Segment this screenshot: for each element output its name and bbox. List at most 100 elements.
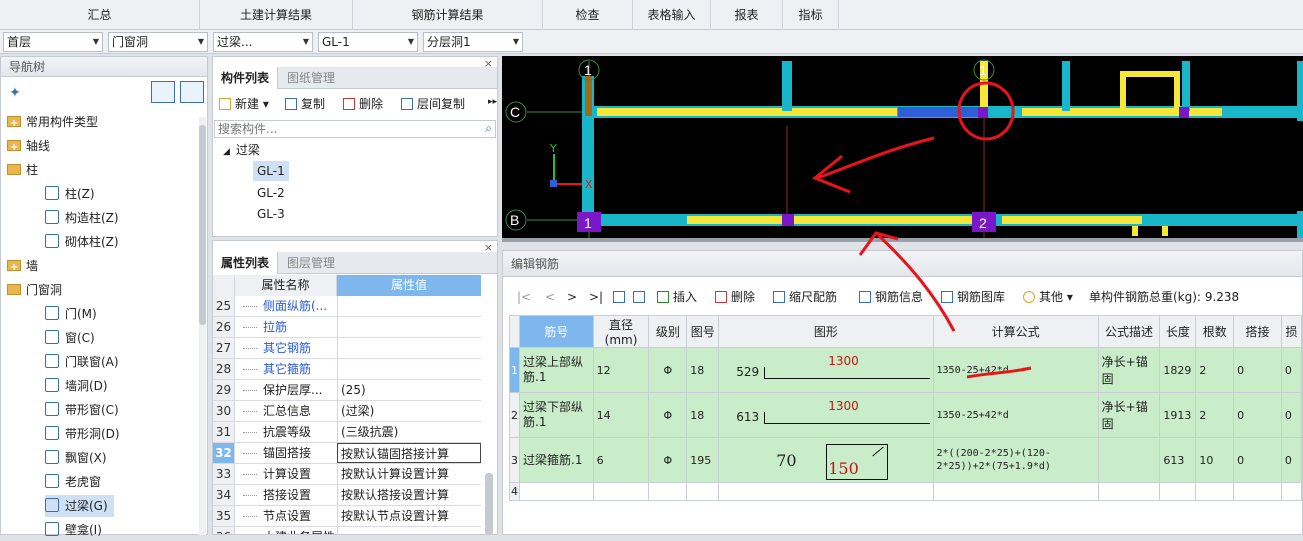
cell-shape[interactable]: 613 1300 (718, 392, 934, 438)
nav-folder[interactable]: + 常用构件类型 (7, 111, 98, 133)
property-row[interactable]: 34 搭接设置 按默认搭接设置计算 (213, 485, 481, 506)
tab-layer-manage[interactable]: 图层管理 (279, 252, 343, 274)
property-row[interactable]: 26 拉筋 (213, 317, 481, 338)
row-index[interactable]: 4 (509, 482, 520, 501)
nav-item[interactable]: 门(M) (45, 303, 97, 325)
rebar-row[interactable]: 2 过梁下部纵筋.1 14 Φ 18 613 1300 1350-25+42*d 净长+锚固 19… (509, 392, 1302, 438)
cell-count[interactable]: 2 (1195, 392, 1235, 438)
cell-lap[interactable]: 0 (1233, 392, 1282, 438)
nav-item[interactable]: 老虎窗 (45, 471, 101, 493)
rebar-row[interactable]: 4 (509, 482, 1302, 501)
nav-scrollbar[interactable] (199, 117, 206, 535)
property-row[interactable]: 29 保护层厚... (25) (213, 380, 481, 401)
cell-loss[interactable]: 0 (1280, 347, 1302, 393)
property-value[interactable]: 按默认搭接设置计算 (337, 485, 481, 505)
more-icon[interactable]: ▸▸ (488, 97, 497, 107)
tab-civil-results[interactable]: 土建计算结果 (200, 0, 353, 30)
nav-item[interactable]: 构造柱(Z) (45, 207, 119, 229)
row-index[interactable]: 1 (509, 347, 520, 393)
nav-item[interactable]: 过梁(G) (45, 495, 114, 517)
cell-lap[interactable]: 0 (1233, 347, 1282, 393)
cell-length[interactable] (1159, 482, 1197, 501)
cell-bar-name[interactable]: 过梁下部纵筋.1 (519, 392, 594, 438)
tab-rebar-results[interactable]: 钢筋计算结果 (353, 0, 543, 30)
nav-item[interactable]: 墙洞(D) (45, 375, 108, 397)
rebar-row[interactable]: 1 过梁上部纵筋.1 12 Φ 18 529 1300 1350-25+42*d 净长+锚固 18… (509, 347, 1302, 393)
cell-figure-no[interactable]: 195 (686, 437, 720, 483)
next-button[interactable]: > (567, 288, 577, 306)
property-value[interactable] (337, 338, 481, 358)
tab-table-input[interactable]: 表格输入 (633, 0, 711, 30)
other-button[interactable]: 其他 ▾ (1023, 288, 1073, 306)
cell-bar-name[interactable]: 过梁箍筋.1 (519, 437, 594, 483)
move-up-button[interactable] (613, 288, 629, 306)
cell-diameter[interactable]: 12 (592, 347, 650, 393)
insert-button[interactable]: 插入 (657, 288, 697, 306)
cell-bar-name[interactable] (519, 482, 594, 501)
tab-check[interactable]: 检查 (543, 0, 633, 30)
cell-formula[interactable]: 2*((200-2*25)+(120-2*25))+2*(75+1.9*d) (932, 437, 1099, 483)
cell-length[interactable]: 1913 (1159, 392, 1197, 438)
nav-item[interactable]: 带形洞(D) (45, 423, 120, 445)
nav-item[interactable]: 柱(Z) (45, 183, 95, 205)
nav-item[interactable]: 门联窗(A) (45, 351, 119, 373)
cell-formula[interactable] (932, 482, 1099, 501)
nav-folder[interactable]: + 墙 (7, 255, 38, 277)
property-value[interactable] (337, 317, 481, 337)
nav-item[interactable]: 飘窗(X) (45, 447, 107, 469)
nav-folder[interactable]: 柱 (7, 159, 38, 181)
cell-grade[interactable]: Φ (648, 347, 688, 393)
property-scrollbar[interactable] (485, 473, 493, 534)
component-item[interactable]: GL-3 (257, 203, 285, 225)
cell-shape[interactable] (718, 482, 934, 501)
cell-formula-desc[interactable]: 净长+锚固 (1097, 392, 1161, 438)
cell-length[interactable]: 613 (1159, 437, 1197, 483)
property-row[interactable]: 28 其它箍筋 (213, 359, 481, 380)
property-value[interactable]: (三级抗震) (337, 422, 481, 442)
cell-grade[interactable]: Φ (648, 437, 688, 483)
cell-loss[interactable] (1280, 482, 1302, 501)
floor-copy-button[interactable]: 层间复制 (401, 95, 465, 113)
property-row[interactable]: 36 土建业务属性 (213, 527, 481, 534)
cell-figure-no[interactable]: 18 (686, 392, 720, 438)
property-value[interactable]: 按默认锚固搭接计算 (337, 443, 481, 463)
cell-lap[interactable]: 0 (1233, 437, 1282, 483)
cell-count[interactable]: 10 (1195, 437, 1235, 483)
cell-formula-desc[interactable]: 净长+锚固 (1097, 347, 1161, 393)
move-down-button[interactable] (633, 288, 649, 306)
component-root[interactable]: ◢ 过梁 (223, 139, 260, 161)
cell-count[interactable]: 2 (1195, 347, 1235, 393)
property-value[interactable] (337, 359, 481, 379)
cell-formula-desc[interactable] (1097, 482, 1161, 501)
property-row[interactable]: 33 计算设置 按默认计算设置计算 (213, 464, 481, 485)
property-row[interactable]: 32 锚固搭接 按默认锚固搭接计算 (213, 443, 481, 464)
property-value[interactable] (337, 296, 481, 316)
type-select[interactable]: 过梁... ▼ (213, 32, 313, 52)
component-search-input[interactable] (215, 121, 475, 137)
cell-figure-no[interactable]: 18 (686, 347, 720, 393)
component-item[interactable]: GL-1 (253, 161, 289, 181)
cell-grade[interactable] (648, 482, 688, 501)
cell-diameter[interactable] (592, 482, 650, 501)
property-value[interactable]: (过梁) (337, 401, 481, 421)
property-row[interactable]: 31 抗震等级 (三级抗震) (213, 422, 481, 443)
row-index[interactable]: 3 (509, 437, 520, 483)
cell-formula-desc[interactable] (1097, 437, 1161, 483)
property-row[interactable]: 25 侧面纵筋(... (213, 296, 481, 317)
cell-diameter[interactable]: 6 (592, 437, 650, 483)
first-button[interactable]: |< (517, 288, 531, 306)
property-row[interactable]: 27 其它钢筋 (213, 338, 481, 359)
prev-button[interactable]: < (545, 288, 555, 306)
nav-folder[interactable]: 门窗洞 (7, 279, 62, 301)
cell-loss[interactable]: 0 (1280, 437, 1302, 483)
property-value[interactable]: 按默认计算设置计算 (337, 464, 481, 484)
tab-report[interactable]: 报表 (711, 0, 783, 30)
row-index[interactable]: 2 (509, 392, 520, 438)
cell-bar-name[interactable]: 过梁上部纵筋.1 (519, 347, 594, 393)
delete-button[interactable]: 删除 (343, 95, 383, 113)
new-button[interactable]: 新建 ▾ (219, 95, 269, 113)
category-select[interactable]: 门窗洞 ▼ (108, 32, 208, 52)
cell-shape[interactable]: 529 1300 (718, 347, 934, 393)
scale-rebar-button[interactable]: 缩尺配筋 (773, 288, 837, 306)
search-icon[interactable]: ⌕ (485, 121, 492, 136)
